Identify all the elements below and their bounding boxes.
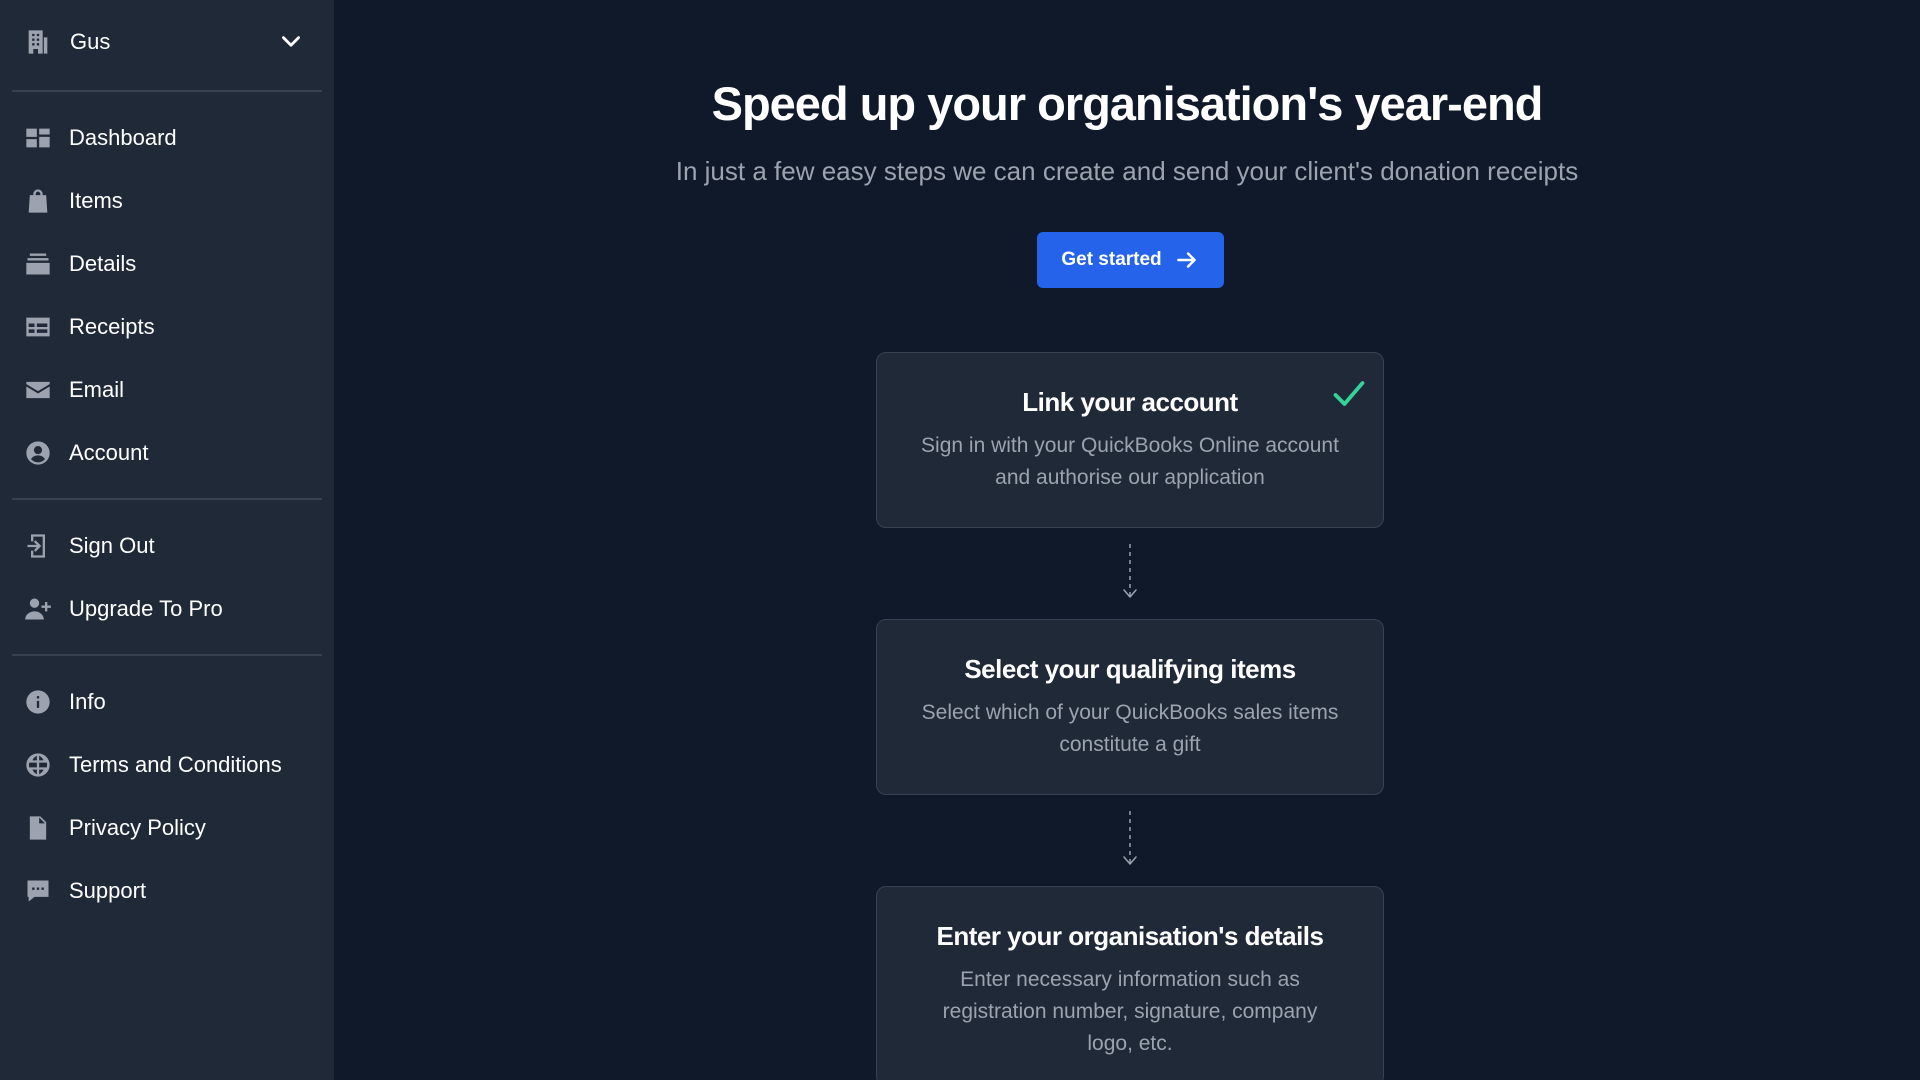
nav-group-info: Info Terms and Conditions Privacy Policy… [0, 662, 334, 930]
sidebar-item-dashboard[interactable]: Dashboard [0, 106, 334, 169]
step-card-select-items: Select your qualifying items Select whic… [876, 619, 1384, 795]
sign-out-icon [24, 532, 52, 560]
sidebar-item-receipts[interactable]: Receipts [0, 295, 334, 358]
sidebar-item-privacy[interactable]: Privacy Policy [0, 796, 334, 859]
sidebar-item-label: Receipts [69, 313, 155, 339]
sidebar-item-label: Dashboard [69, 124, 177, 150]
nav-group-main: Dashboard Items Details Receipts Email A… [0, 98, 334, 492]
sidebar-item-label: Privacy Policy [69, 814, 206, 840]
sidebar-item-label: Details [69, 250, 137, 276]
divider [12, 654, 322, 656]
step-description: Enter necessary information such as regi… [942, 968, 1318, 1055]
step-title: Link your account [1022, 387, 1238, 417]
sidebar-item-label: Sign Out [69, 532, 155, 558]
stack-icon [24, 250, 52, 278]
sidebar-item-label: Email [69, 376, 125, 402]
step-connector [1118, 542, 1142, 600]
sidebar-item-label: Items [69, 187, 123, 213]
table-icon [24, 313, 52, 341]
page-title: Speed up your organisation's year-end [711, 77, 1544, 130]
sidebar-item-email[interactable]: Email [0, 358, 334, 421]
mail-icon [24, 376, 52, 404]
sidebar-item-upgrade[interactable]: Upgrade To Pro [0, 577, 334, 640]
dashboard-icon [24, 124, 52, 152]
step-card-org-details: Enter your organisation's details Enter … [876, 886, 1384, 1080]
sidebar-item-terms[interactable]: Terms and Conditions [0, 733, 334, 796]
page-subtitle: In just a few easy steps we can create a… [675, 156, 1579, 186]
building-icon [24, 28, 52, 56]
sidebar-item-label: Support [69, 877, 147, 903]
sidebar-item-account[interactable]: Account [0, 421, 334, 484]
step-description: Sign in with your QuickBooks Online acco… [921, 434, 1339, 489]
step-title: Select your qualifying items [964, 654, 1296, 684]
info-icon [24, 688, 52, 716]
org-switcher[interactable]: Gus [0, 0, 334, 84]
user-circle-icon [24, 439, 52, 467]
step-connector [1118, 809, 1142, 867]
checkmark-icon [1333, 381, 1365, 406]
document-icon [24, 814, 52, 842]
get-started-label: Get started [1061, 249, 1162, 270]
org-name: Gus [70, 29, 111, 54]
sidebar-item-label: Terms and Conditions [69, 751, 282, 777]
sidebar-item-sign-out[interactable]: Sign Out [0, 514, 334, 577]
chevron-down-icon[interactable] [278, 29, 304, 55]
get-started-button[interactable]: Get started [1037, 232, 1224, 288]
nav-group-user: Sign Out Upgrade To Pro [0, 506, 334, 648]
sidebar-item-details[interactable]: Details [0, 232, 334, 295]
chat-icon [24, 877, 52, 905]
sidebar-item-label: Account [69, 439, 149, 465]
sidebar-item-info[interactable]: Info [0, 670, 334, 733]
globe-icon [24, 751, 52, 779]
bag-icon [24, 187, 52, 215]
sidebar: Gus Dashboard Items Details Receipts Ema… [0, 0, 334, 1080]
main-content: Speed up your organisation's year-end In… [334, 0, 1920, 1080]
user-plus-icon [24, 595, 52, 623]
step-title: Enter your organisation's details [936, 921, 1325, 951]
sidebar-item-support[interactable]: Support [0, 859, 334, 922]
sidebar-item-items[interactable]: Items [0, 169, 334, 232]
divider [12, 498, 322, 500]
sidebar-item-label: Upgrade To Pro [69, 595, 223, 621]
arrow-right-icon [1176, 252, 1196, 268]
step-card-link-account: Link your account Sign in with your Quic… [876, 352, 1384, 528]
sidebar-item-label: Info [69, 688, 106, 714]
divider [12, 90, 322, 92]
step-description: Select which of your QuickBooks sales it… [921, 701, 1339, 756]
